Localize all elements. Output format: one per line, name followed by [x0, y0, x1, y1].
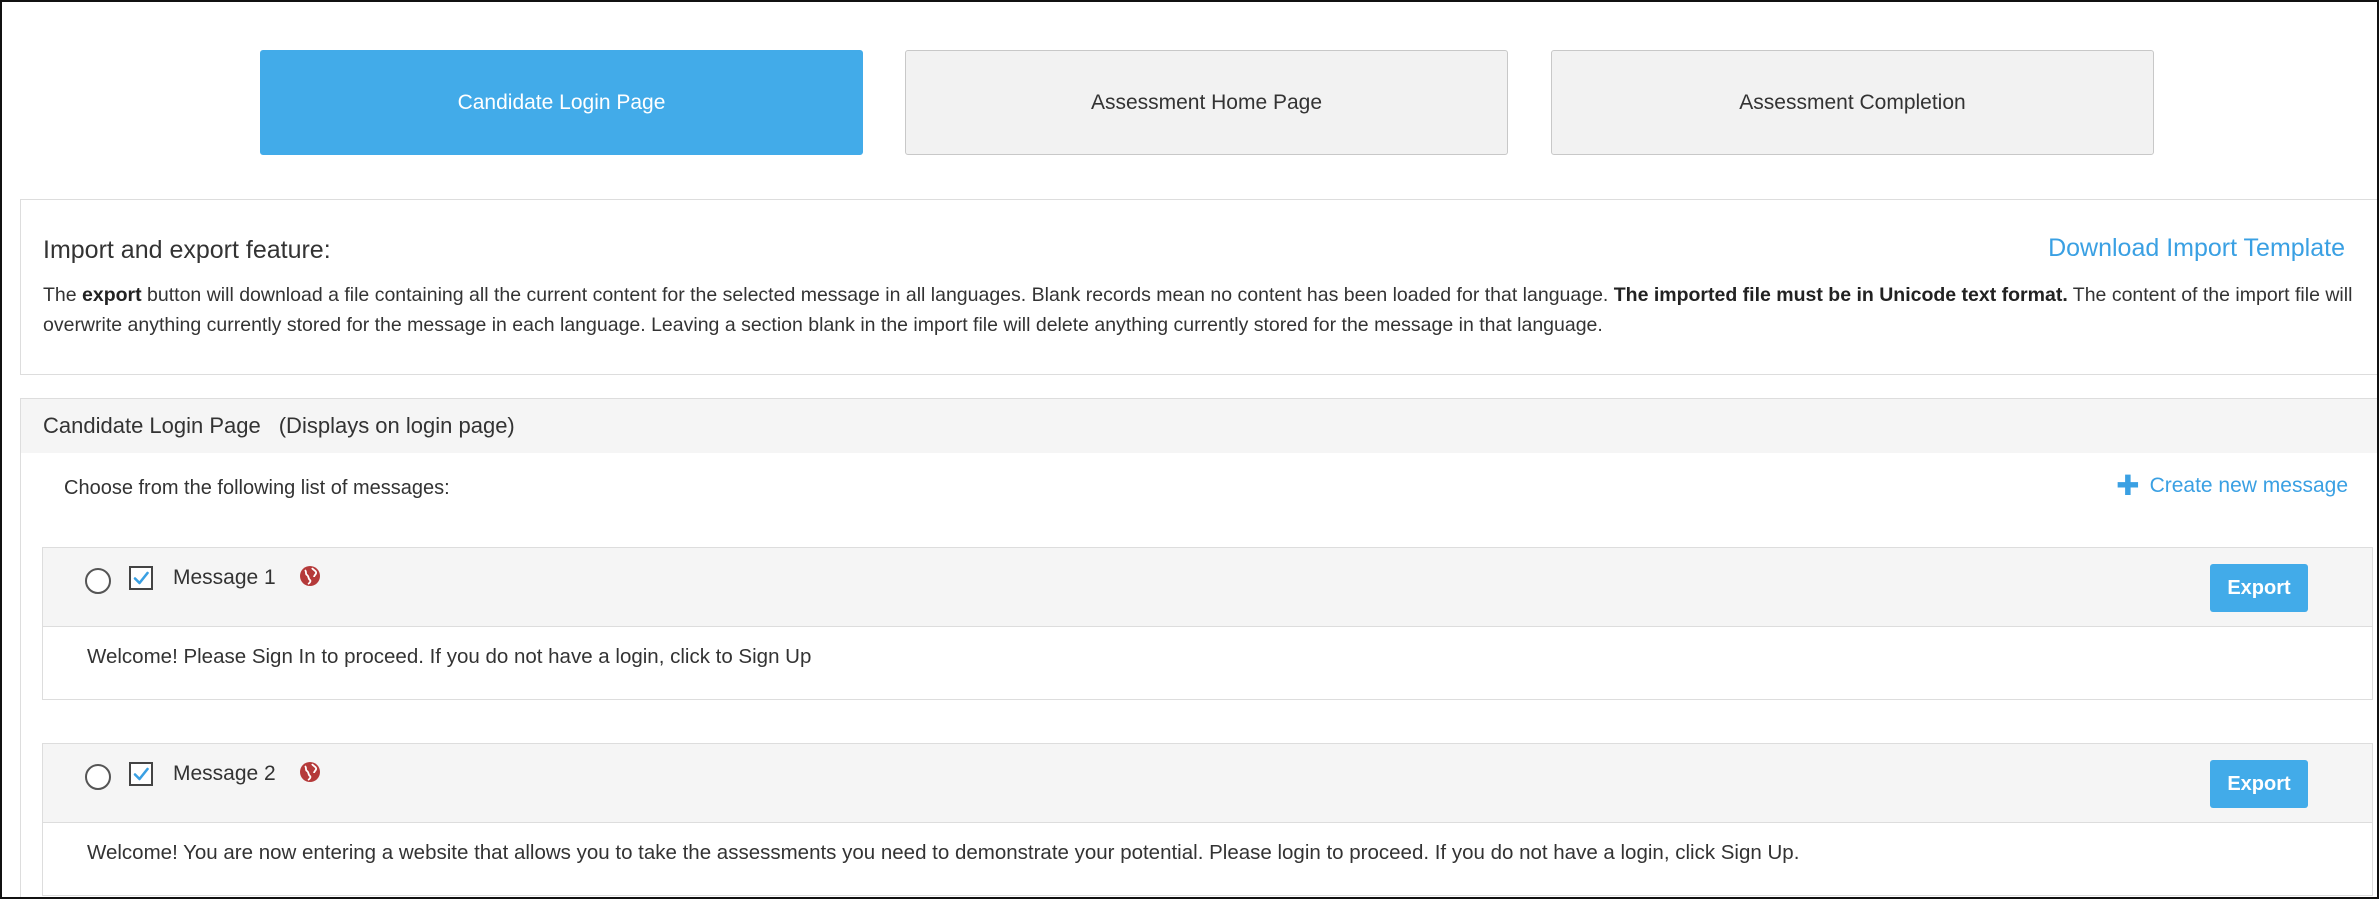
info-bold-unicode: The imported file must be in Unicode tex…: [1613, 284, 2068, 306]
info-bold-export: export: [82, 284, 142, 306]
create-new-message-label: Create new message: [2149, 474, 2348, 497]
page-frame: Candidate Login Page Assessment Home Pag…: [0, 0, 2379, 899]
message-content: Welcome! You are now entering a website …: [87, 841, 1800, 864]
message-radio[interactable]: [85, 764, 111, 790]
message-name: Message 2: [173, 762, 276, 785]
tab-assessment-home-page[interactable]: Assessment Home Page: [905, 50, 1508, 155]
info-text-part: The: [43, 284, 83, 306]
info-text-part: button will download a file containing a…: [141, 284, 1614, 306]
message-radio[interactable]: [85, 568, 111, 594]
globe-icon[interactable]: [299, 761, 321, 783]
tab-assessment-completion[interactable]: Assessment Completion: [1551, 50, 2154, 155]
tab-candidate-login-page[interactable]: Candidate Login Page: [260, 50, 863, 155]
checkmark-icon: [133, 767, 149, 781]
tab-label: Assessment Home Page: [1090, 90, 1323, 114]
message-checkbox[interactable]: [129, 566, 153, 590]
export-button[interactable]: Export: [2210, 564, 2308, 612]
message-content: Welcome! Please Sign In to proceed. If y…: [87, 645, 812, 668]
tab-label: Assessment Completion: [1739, 90, 1966, 114]
export-button[interactable]: Export: [2210, 760, 2308, 808]
plus-icon: ✚: [2116, 470, 2140, 501]
globe-icon[interactable]: [299, 565, 321, 587]
message-header: Message 2 Export: [43, 744, 2372, 823]
message-name: Message 1: [173, 566, 276, 589]
checkmark-icon: [133, 571, 149, 585]
section-header: Candidate Login Page (Displays on login …: [20, 398, 2377, 454]
message-header: Message 1 Export: [43, 548, 2372, 627]
info-description: The export button will download a file c…: [43, 280, 2363, 340]
tab-label: Candidate Login Page: [457, 90, 666, 114]
info-title: Import and export feature:: [43, 236, 331, 264]
import-export-info-panel: Import and export feature: Download Impo…: [20, 199, 2377, 375]
create-new-message-link[interactable]: ✚ Create new message: [2116, 470, 2348, 501]
section-description: (Displays on login page): [278, 413, 515, 438]
message-card: Message 1 Export Welcome! Please Sign In…: [42, 547, 2373, 700]
choose-messages-label: Choose from the following list of messag…: [64, 477, 450, 499]
message-checkbox[interactable]: [129, 762, 153, 786]
message-card: Message 2 Export Welcome! You are now en…: [42, 743, 2373, 896]
download-import-template-link[interactable]: Download Import Template: [2048, 234, 2345, 263]
section-title: Candidate Login Page: [43, 413, 261, 438]
